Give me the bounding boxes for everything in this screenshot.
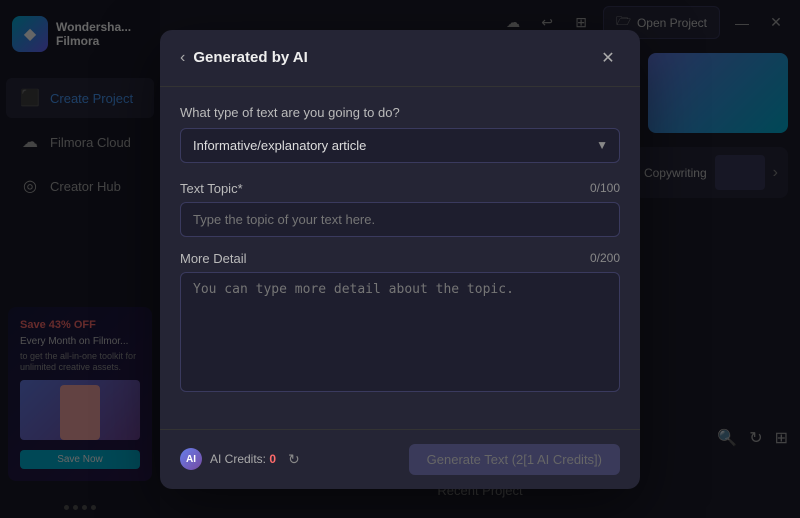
text-topic-section: Text Topic* 0/100 [180, 181, 620, 237]
ai-modal: ‹ Generated by AI ✕ What type of text ar… [160, 30, 640, 489]
more-detail-textarea[interactable] [180, 272, 620, 392]
modal-footer: AI AI Credits: 0 ↻ Generate Text (2[1 AI… [160, 429, 640, 489]
credits-refresh-icon[interactable]: ↻ [288, 451, 300, 468]
type-select-wrapper: Informative/explanatory articleBlog post… [180, 128, 620, 163]
type-select[interactable]: Informative/explanatory articleBlog post… [180, 128, 620, 163]
more-detail-label: More Detail [180, 251, 246, 266]
type-question-label: What type of text are you going to do? [180, 105, 620, 120]
credits-text: AI Credits: 0 [210, 452, 276, 466]
more-detail-section: More Detail 0/200 [180, 251, 620, 397]
modal-overlay: ‹ Generated by AI ✕ What type of text ar… [0, 0, 800, 518]
generate-button[interactable]: Generate Text (2[1 AI Credits]) [409, 444, 620, 475]
ai-logo-icon: AI [180, 448, 202, 470]
modal-title: Generated by AI [193, 49, 307, 66]
modal-close-icon[interactable]: ✕ [596, 46, 620, 70]
modal-header-left: ‹ Generated by AI [180, 49, 308, 67]
more-detail-counter: 0/200 [590, 251, 620, 265]
credits-count: 0 [269, 452, 276, 466]
text-topic-header: Text Topic* 0/100 [180, 181, 620, 196]
text-topic-label: Text Topic* [180, 181, 243, 196]
more-detail-header: More Detail 0/200 [180, 251, 620, 266]
modal-back-icon[interactable]: ‹ [180, 49, 185, 67]
ai-credits: AI AI Credits: 0 ↻ [180, 448, 300, 470]
modal-body: What type of text are you going to do? I… [160, 87, 640, 429]
modal-header: ‹ Generated by AI ✕ [160, 30, 640, 87]
text-topic-input[interactable] [180, 202, 620, 237]
text-topic-counter: 0/100 [590, 181, 620, 195]
